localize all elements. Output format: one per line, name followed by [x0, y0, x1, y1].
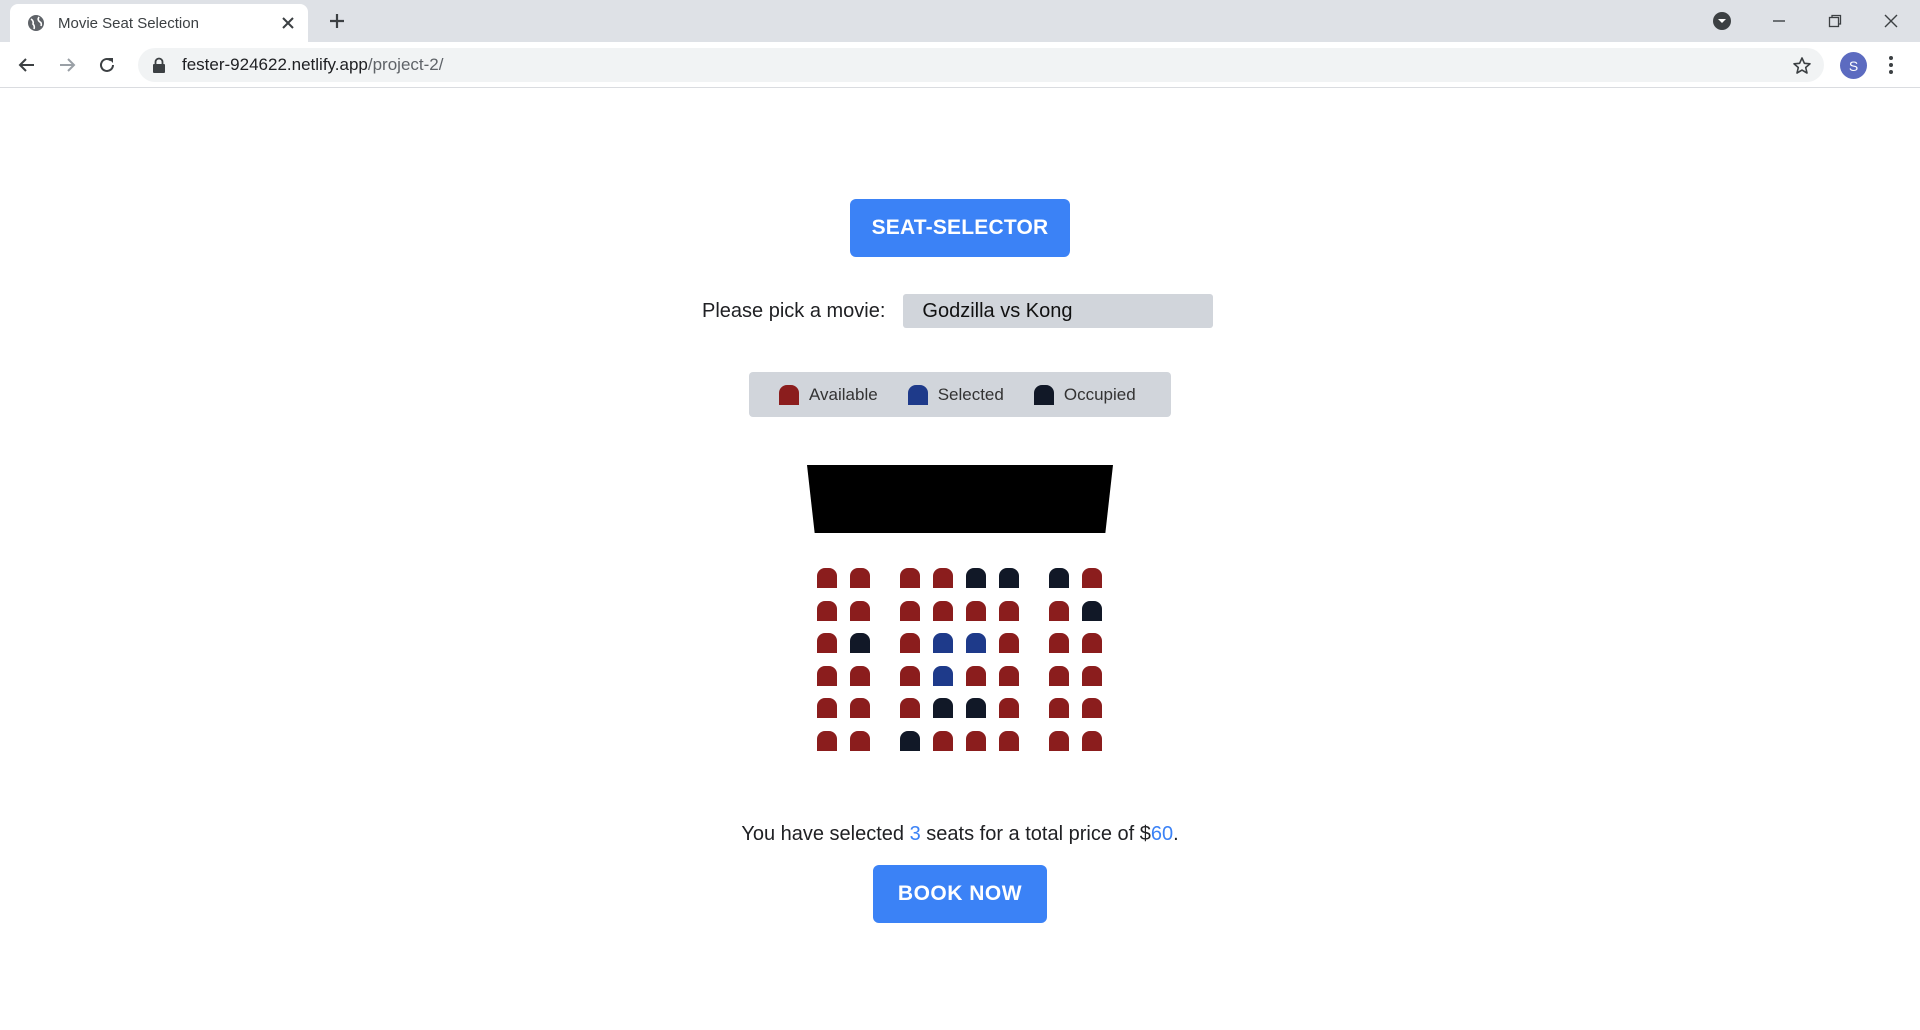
selection-summary: You have selected 3 seats for a total pr… — [0, 823, 1920, 846]
total-price: 60 — [1150, 823, 1174, 845]
globe-icon — [28, 15, 44, 31]
legend-label: Occupied — [1063, 384, 1136, 404]
summary-middle: seats for a total price of $ — [920, 823, 1151, 845]
available-seat[interactable] — [900, 633, 920, 653]
close-icon — [1884, 14, 1898, 28]
available-seat[interactable] — [999, 665, 1019, 686]
available-seat[interactable] — [850, 665, 870, 686]
available-seat[interactable] — [1082, 698, 1102, 718]
back-arrow-icon[interactable] — [16, 54, 38, 76]
available-seat[interactable] — [817, 730, 837, 751]
occupied-seat — [966, 698, 986, 718]
available-seat[interactable] — [900, 600, 920, 621]
available-seat[interactable] — [933, 568, 953, 588]
available-seat[interactable] — [999, 633, 1019, 653]
available-seat[interactable] — [900, 665, 920, 686]
available-seat[interactable] — [817, 633, 837, 653]
available-seat[interactable] — [966, 730, 986, 751]
movie-screen — [807, 465, 1113, 533]
occupied-seat — [933, 698, 953, 718]
occupied-seat — [999, 568, 1019, 588]
bookmark-star-icon[interactable] — [1792, 56, 1812, 76]
menu-kebab-icon[interactable] — [1886, 53, 1896, 77]
available-seat[interactable] — [900, 698, 920, 718]
available-seat[interactable] — [850, 568, 870, 588]
minimize-icon — [1773, 20, 1785, 22]
browser-tab-bar: Movie Seat Selection — [0, 0, 1920, 42]
selected-seat[interactable] — [933, 665, 953, 686]
legend-available: Available — [779, 384, 878, 405]
available-seat-icon — [779, 384, 799, 405]
occupied-seat — [1082, 600, 1102, 621]
available-seat[interactable] — [999, 730, 1019, 751]
occupied-seat — [966, 568, 986, 588]
available-seat[interactable] — [817, 665, 837, 686]
movie-picker-label: Please pick a movie: — [702, 299, 886, 322]
available-seat[interactable] — [817, 600, 837, 621]
selected-count: 3 — [909, 823, 921, 845]
close-window-button[interactable] — [1868, 0, 1914, 42]
available-seat[interactable] — [933, 600, 953, 621]
available-seat[interactable] — [817, 698, 837, 718]
movie-select[interactable]: Godzilla vs Kong — [903, 294, 1214, 328]
forward-arrow-icon[interactable] — [56, 54, 78, 76]
summary-suffix: . — [1173, 823, 1179, 845]
summary-prefix: You have selected — [741, 823, 910, 845]
reload-icon[interactable] — [96, 54, 118, 76]
seat-legend: Available Selected Occupied — [749, 372, 1171, 417]
seat-selector-button[interactable]: SEAT-SELECTOR — [850, 199, 1070, 257]
available-seat[interactable] — [1082, 665, 1102, 686]
legend-occupied: Occupied — [1033, 384, 1136, 405]
restore-button[interactable] — [1812, 0, 1858, 42]
available-seat[interactable] — [1049, 665, 1069, 686]
selected-seat-icon — [907, 384, 928, 405]
available-seat[interactable] — [966, 600, 986, 621]
available-seat[interactable] — [966, 665, 986, 686]
occupied-seat-icon — [1033, 384, 1054, 405]
profile-avatar[interactable]: S — [1840, 52, 1867, 79]
tab-search-button[interactable] — [1706, 0, 1738, 42]
restore-icon — [1828, 14, 1842, 28]
minimize-button[interactable] — [1756, 0, 1802, 42]
available-seat[interactable] — [850, 730, 870, 751]
lock-icon — [153, 57, 165, 73]
available-seat[interactable] — [1049, 600, 1069, 621]
available-seat[interactable] — [1082, 730, 1102, 751]
movie-picker: Please pick a movie: Godzilla vs Kong — [702, 294, 1214, 328]
legend-label: Selected — [937, 384, 1004, 404]
available-seat[interactable] — [1049, 698, 1069, 718]
available-seat[interactable] — [933, 730, 953, 751]
url-text: fester-924622.netlify.app/project-2/ — [182, 55, 443, 75]
legend-selected: Selected — [907, 384, 1004, 405]
available-seat[interactable] — [850, 698, 870, 718]
selected-seat[interactable] — [933, 633, 953, 653]
available-seat[interactable] — [900, 568, 920, 588]
available-seat[interactable] — [999, 600, 1019, 621]
new-tab-icon[interactable] — [326, 10, 348, 32]
url-path: /project-2/ — [367, 55, 444, 74]
tab-title: Movie Seat Selection — [58, 14, 199, 32]
available-seat[interactable] — [1082, 633, 1102, 653]
url-host: fester-924622.netlify.app — [182, 55, 368, 74]
browser-tab[interactable]: Movie Seat Selection — [10, 4, 308, 42]
available-seat[interactable] — [850, 600, 870, 621]
book-now-button[interactable]: BOOK NOW — [873, 865, 1047, 923]
available-seat[interactable] — [1049, 730, 1069, 751]
occupied-seat — [850, 633, 870, 653]
chevron-down-icon — [1713, 12, 1731, 30]
seat-grid — [817, 568, 1107, 768]
available-seat[interactable] — [1049, 633, 1069, 653]
close-tab-icon[interactable] — [280, 15, 296, 31]
available-seat[interactable] — [817, 568, 837, 588]
occupied-seat — [900, 730, 920, 751]
address-bar[interactable]: fester-924622.netlify.app/project-2/ — [138, 48, 1824, 82]
legend-label: Available — [809, 384, 878, 404]
browser-toolbar: fester-924622.netlify.app/project-2/ S — [0, 42, 1920, 88]
page-content: SEAT-SELECTOR Please pick a movie: Godzi… — [0, 88, 1920, 1030]
occupied-seat — [1049, 568, 1069, 588]
available-seat[interactable] — [1082, 568, 1102, 588]
available-seat[interactable] — [999, 698, 1019, 718]
selected-seat[interactable] — [966, 633, 986, 653]
